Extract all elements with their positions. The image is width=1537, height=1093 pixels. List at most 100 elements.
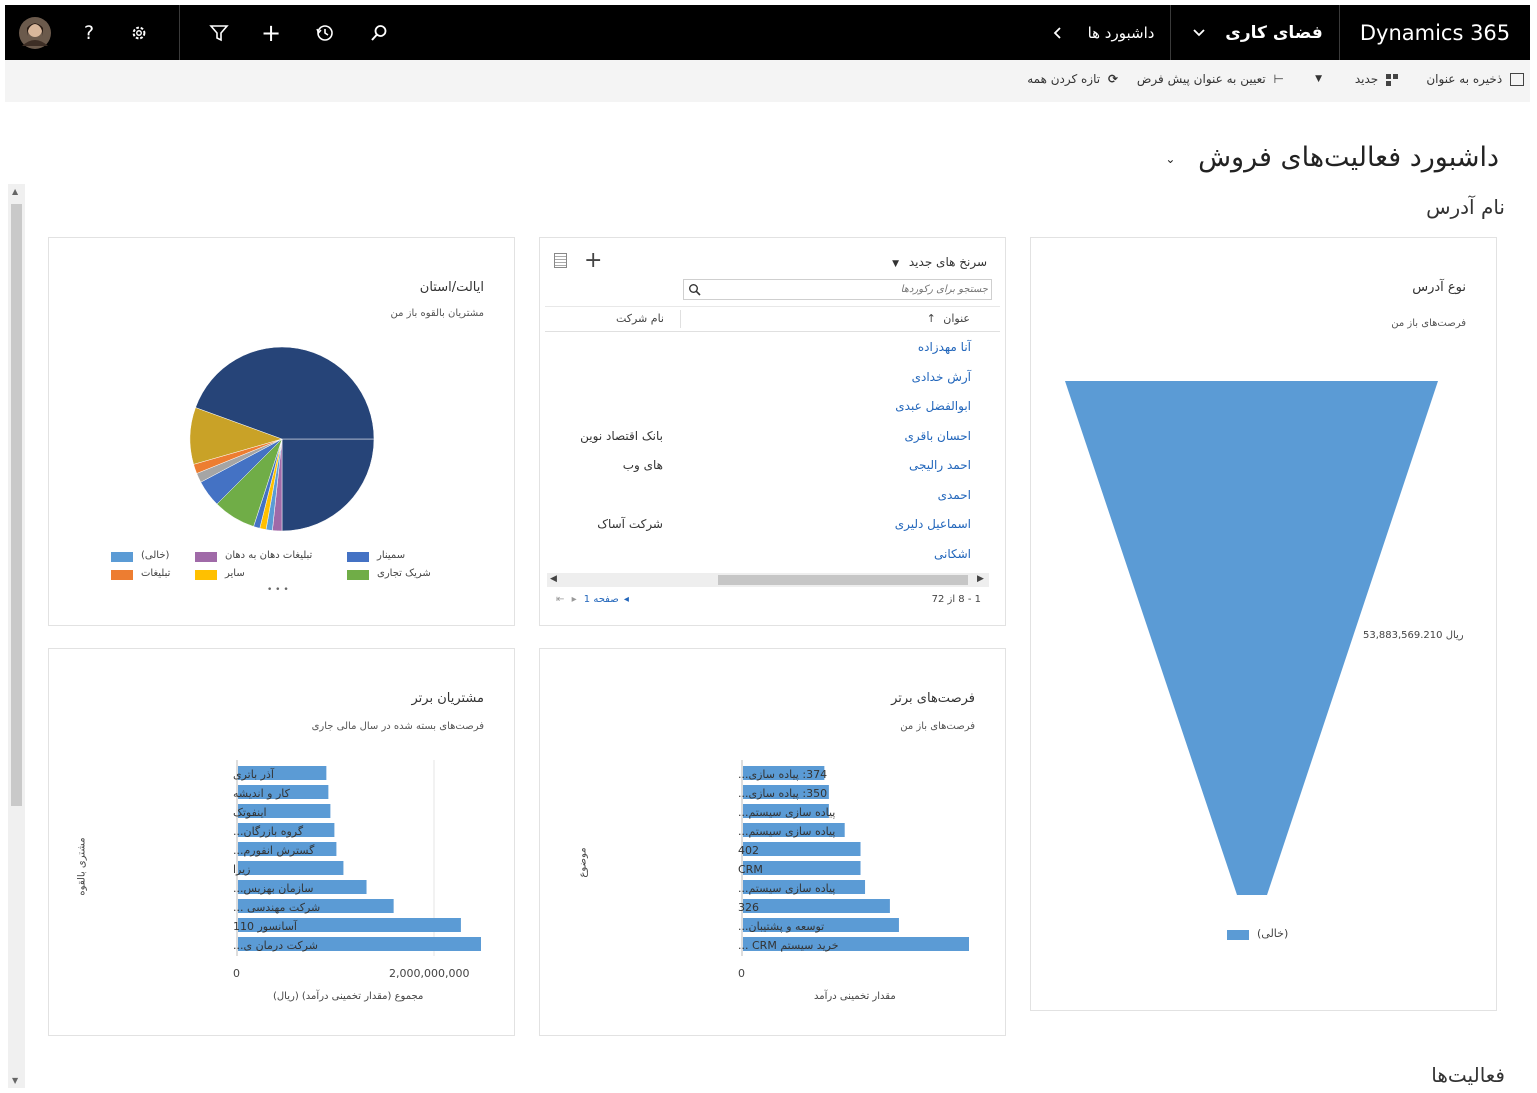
pie-legend-label[interactable]: (خالی) [141,550,169,561]
lead-title-link[interactable]: اشکانی [934,547,971,561]
lead-row[interactable]: احمدی [540,484,1005,510]
user-avatar[interactable] [13,5,57,60]
funnel-legend-label: (خالی) [1257,927,1289,940]
pie-legend-label[interactable]: تبلیغات [141,568,170,579]
pin-icon: ⊣ [1273,72,1284,86]
view-name: سرنخ های جدید [908,255,987,269]
scroll-down-arrow-icon[interactable]: ▼ [12,1076,18,1085]
pie-legend-swatch [195,552,217,562]
lead-company: بانک اقتصاد نوین [580,428,663,443]
top-opportunities-panel: فرصت‌های برتر فرصت‌های باز من موضوع 374:… [539,648,1006,1036]
col-header-title[interactable]: عنوان ↑ [927,312,970,325]
col-header-company[interactable]: نام شرکت [616,312,664,325]
horizontal-scroll-thumb[interactable] [718,575,968,585]
lead-row[interactable]: آرش خدادی [540,366,1005,392]
record-search-input[interactable] [706,280,990,299]
help-icon[interactable]: ? [67,5,111,60]
view-selector[interactable]: سرنخ های جدید ▼ [892,255,987,269]
app-brand[interactable]: Dynamics 365 [1345,5,1525,60]
top-nav-bar: ? + داشبورد ها فضای کاری Dynamics 365 [5,5,1530,60]
dashboard-title-text: داشبورد فعالیت‌های فروش [1198,142,1499,173]
set-default-button[interactable]: ⊣ تعیین به عنوان پیش فرض [1137,72,1284,86]
pie-legend-label[interactable]: سمینار [377,550,405,561]
category-label: پیاده سازی سیستم... [738,806,835,819]
pie-legend-swatch [347,570,369,580]
avatar-icon [19,16,51,49]
bar[interactable] [743,899,890,913]
quick-create-plus-icon[interactable]: + [249,5,293,60]
chevron-down-icon[interactable] [1185,5,1213,60]
chevron-left-icon[interactable] [1045,5,1071,60]
top-opps-xlabel: مقدار تخمینی درآمد [814,991,896,1002]
pie-legend-label[interactable]: شریک تجاری [377,568,431,579]
record-search-box[interactable] [683,279,992,300]
next-page-icon[interactable]: ◂ [624,594,629,605]
open-grid-icon[interactable] [554,253,567,268]
lead-row[interactable]: احمد رالیجی های وب [540,454,1005,480]
lead-title-link[interactable]: احمدی [938,488,971,502]
lead-row[interactable]: آنا مهدزاده [540,336,1005,362]
lead-title-link[interactable]: احسان باقری [905,429,972,443]
lead-row[interactable]: احسان باقری بانک اقتصاد نوین [540,425,1005,451]
pie-legend-swatch [111,552,133,562]
new-dropdown-chevron-icon[interactable]: ▼ [1315,74,1322,84]
settings-gear-icon[interactable] [117,5,161,60]
funnel-value-label: ریال 53,883,569.210 [1363,630,1464,641]
scroll-left-arrow-icon[interactable]: ◀ [550,574,557,584]
record-count: 1 - 8 از 72 [931,594,981,605]
lead-title-link[interactable]: اسماعیل دلیری [895,517,971,531]
filter-icon[interactable] [197,5,241,60]
dashboard-title[interactable]: داشبورد فعالیت‌های فروش ⌄ [1165,142,1499,173]
lead-row[interactable]: اسماعیل دلیری شرکت آساک [540,513,1005,539]
recent-history-icon[interactable] [303,5,347,60]
category-label: 326 [738,901,759,914]
lead-title-link[interactable]: آنا مهدزاده [918,340,971,354]
category-label: کار و اندیشه [233,787,291,800]
category-label: شرکت درمان ی... [233,939,318,952]
scroll-up-arrow-icon[interactable]: ▲ [12,187,18,196]
sort-ascending-arrow-icon: ↑ [926,312,936,325]
category-label: پیاده سازی سیستم... [738,882,835,895]
lead-title-link[interactable]: آرش خدادی [912,370,971,384]
lead-title-link[interactable]: ابوالفضل عبدی [895,399,971,413]
pie-legend-label[interactable]: تبلیغات دهان به دهان [225,550,312,561]
refresh-all-button[interactable]: ⟳ تازه کردن همه [1027,72,1118,86]
save-as-button[interactable]: ذخیره به عنوان [1426,72,1524,86]
section-address-heading: نام آدرس [1426,195,1505,219]
search-icon[interactable] [357,5,401,60]
bar[interactable] [238,861,344,875]
category-label: 350: پیاده سازی... [738,787,827,800]
pie-legend-swatch [111,570,133,580]
pie-legend: سمینار تبلیغات دهان به دهان (خالی) شریک تجا… [49,238,514,625]
bar[interactable] [743,842,861,856]
lead-company: شرکت آساک [597,517,663,531]
first-page-icon[interactable]: ⇤ [556,594,564,605]
list-horizontal-scrollbar[interactable]: ◀ ▶ [547,573,989,587]
funnel-legend-swatch [1227,930,1249,940]
new-button[interactable]: جدید [1355,72,1398,86]
scrollbar-thumb[interactable] [11,204,22,806]
category-label: زیرا [233,863,251,876]
page-scrollbar[interactable]: ▲ ▼ [8,184,25,1088]
lead-row[interactable]: ابوالفضل عبدی [540,395,1005,421]
category-label: گسترش انفورم... [233,844,315,857]
list-header-row: عنوان ↑ نام شرکت [545,306,1000,332]
previous-page-icon[interactable]: ▸ [572,594,577,605]
lead-title-link[interactable]: احمد رالیجی [909,458,971,472]
top-opps-bar-chart: 374: پیاده سازی... 350: پیاده سازی... پیاد… [738,760,969,956]
funnel-chart [1065,381,1438,895]
lead-row[interactable]: اشکانی [540,543,1005,569]
new-leads-list-panel: سرنخ های جدید ▼ + عنوان ↑ نام شرکت آنا م… [539,237,1006,626]
add-record-plus-icon[interactable]: + [584,248,602,273]
category-label: خرید سیستم CRM ... [738,939,839,952]
col-header-title-text: عنوان [943,312,970,325]
category-label: گروه بازرگان... [233,825,304,838]
scroll-right-arrow-icon[interactable]: ▶ [977,574,984,584]
pie-legend-label[interactable]: سایر [225,568,245,579]
top-customers-xlabel: مجموع (مقدار تخمینی درآمد) (ریال) [273,991,424,1002]
nav-dashboards[interactable]: داشبورد ها [1075,5,1167,60]
legend-more-dots[interactable]: • • • [267,585,289,595]
nav-workspace[interactable]: فضای کاری [1215,5,1333,60]
new-dashboard-icon [1386,73,1398,86]
category-label: CRM [738,863,763,876]
